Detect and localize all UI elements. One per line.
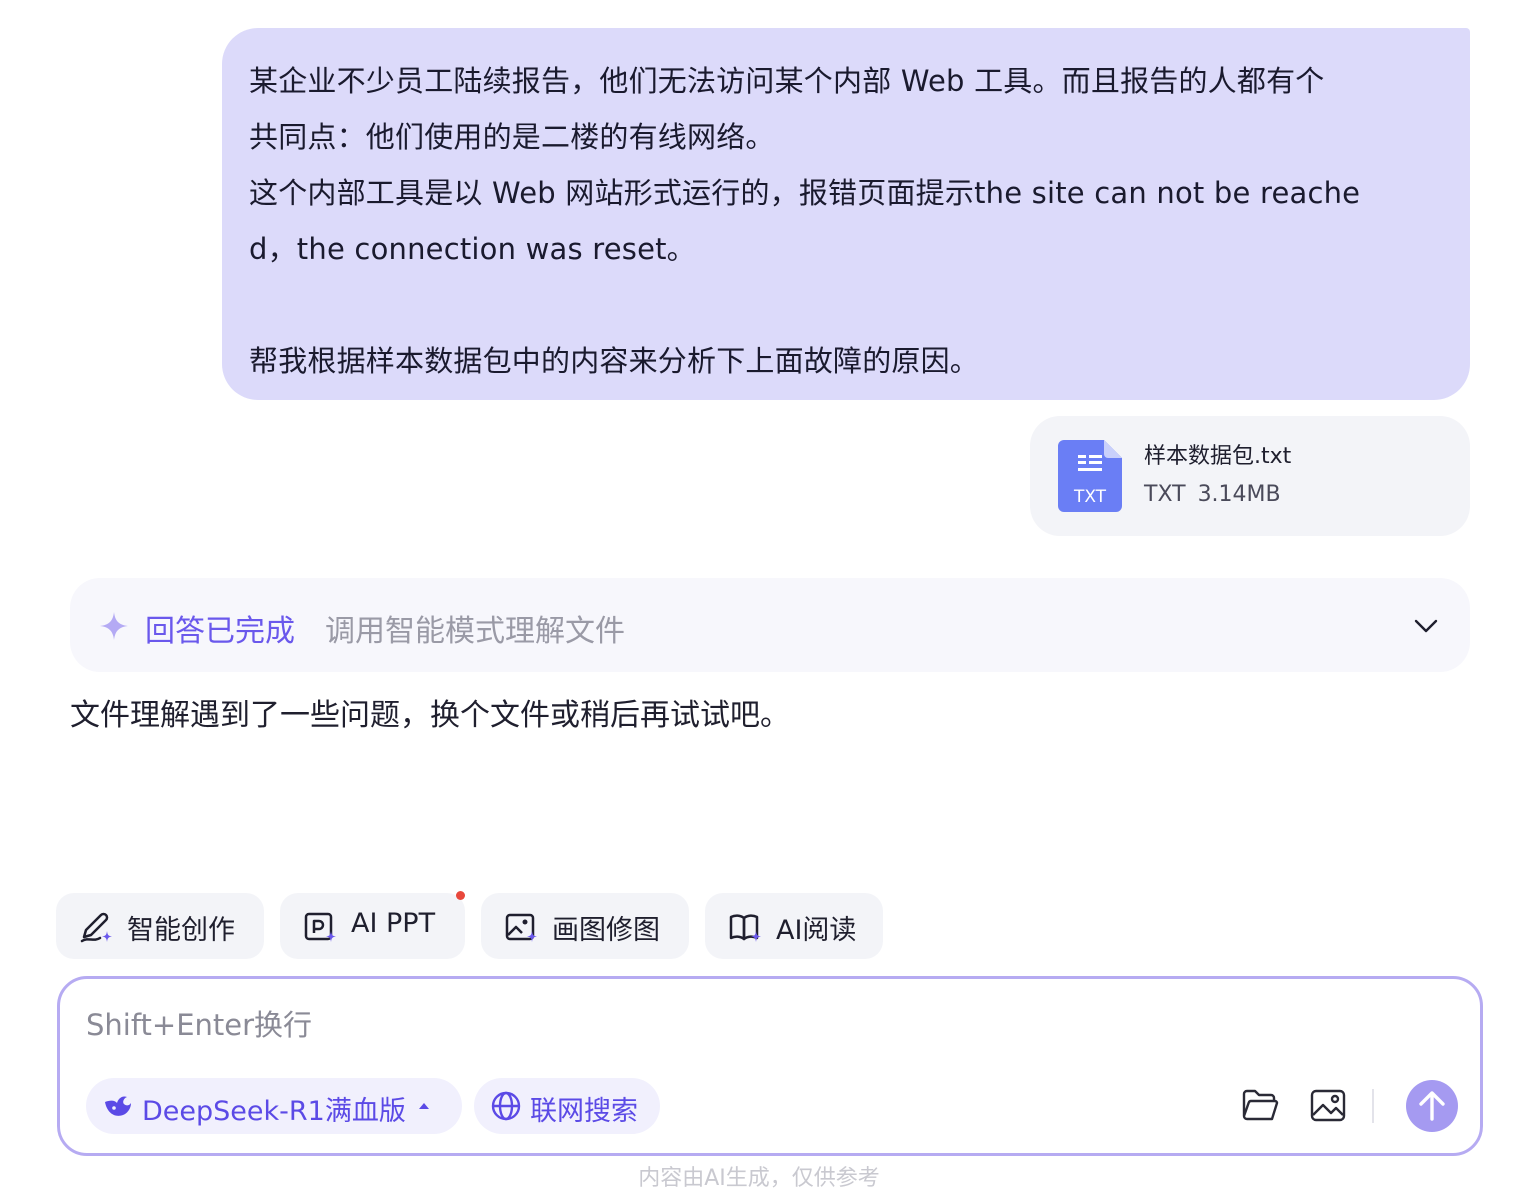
caret-up-icon	[419, 1103, 429, 1109]
tool-label: 画图修图	[552, 915, 660, 946]
attachment-size: 3.14MB	[1197, 482, 1281, 507]
tool-label: 智能创作	[127, 915, 235, 946]
message-composer: DeepSeek-R1满血版 联网搜索	[57, 976, 1483, 1156]
answer-status-bar[interactable]: 回答已完成 调用智能模式理解文件	[70, 578, 1470, 672]
pen-sparkle-icon	[80, 912, 112, 943]
deepseek-whale-icon	[105, 1096, 131, 1116]
chevron-down-icon[interactable]	[1412, 612, 1440, 640]
txt-file-icon: TXT	[1058, 440, 1122, 512]
user-message-blank-line	[249, 277, 1444, 333]
book-read-icon	[729, 914, 761, 942]
user-message-line: 共同点：他们使用的是二楼的有线网络。	[249, 120, 775, 154]
user-message-line: 某企业不少员工陆续报告，他们无法访问某个内部 Web 工具。而且报告的人都有个	[249, 64, 1325, 98]
tool-ai-ppt-button[interactable]: AI PPT	[280, 891, 465, 959]
user-message-line: 这个内部工具是以 Web 网站形式运行的，报错页面提示the site can …	[249, 176, 1361, 210]
attachment-card[interactable]: TXT 样本数据包.txt TXT 3.14MB	[1030, 416, 1470, 536]
user-message-line: 帮我根据样本数据包中的内容来分析下上面故障的原因。	[249, 344, 980, 378]
model-label: DeepSeek-R1满血版	[142, 1096, 406, 1127]
tool-label: AI阅读	[776, 915, 857, 946]
ai-disclaimer: 内容由AI生成，仅供参考	[638, 1166, 880, 1191]
web-search-label: 联网搜索	[530, 1096, 638, 1127]
attachment-type: TXT	[1144, 482, 1186, 507]
user-message-bubble: 某企业不少员工陆续报告，他们无法访问某个内部 Web 工具。而且报告的人都有个 …	[222, 28, 1470, 400]
status-subtitle: 调用智能模式理解文件	[325, 614, 625, 649]
composer-divider	[1372, 1089, 1374, 1123]
assistant-answer: 文件理解遇到了一些问题，换个文件或稍后再试试吧。	[70, 698, 790, 733]
tool-smart-writing-button[interactable]: 智能创作	[56, 893, 264, 959]
status-title: 回答已完成	[145, 614, 295, 649]
tool-ai-reading-button[interactable]: AI阅读	[705, 893, 883, 959]
file-icon-label: TXT	[1073, 487, 1107, 507]
folder-icon[interactable]	[1240, 1085, 1280, 1125]
ppt-icon	[304, 912, 336, 942]
image-icon[interactable]	[1308, 1085, 1348, 1125]
globe-icon	[491, 1091, 521, 1121]
attachment-name: 样本数据包.txt	[1144, 444, 1292, 469]
new-badge	[456, 891, 465, 900]
tool-label: AI PPT	[351, 908, 436, 939]
image-edit-icon	[505, 913, 537, 942]
model-selector[interactable]: DeepSeek-R1满血版	[86, 1078, 462, 1134]
sparkle-icon	[100, 612, 128, 640]
arrow-up-icon	[1419, 1091, 1445, 1121]
message-input[interactable]	[86, 1003, 1186, 1047]
attachment-meta: TXT 3.14MB	[1144, 482, 1281, 507]
send-button[interactable]	[1406, 1080, 1458, 1132]
web-search-toggle[interactable]: 联网搜索	[474, 1078, 660, 1134]
user-message-line: d，the connection was reset。	[249, 232, 696, 266]
tool-image-edit-button[interactable]: 画图修图	[481, 893, 689, 959]
